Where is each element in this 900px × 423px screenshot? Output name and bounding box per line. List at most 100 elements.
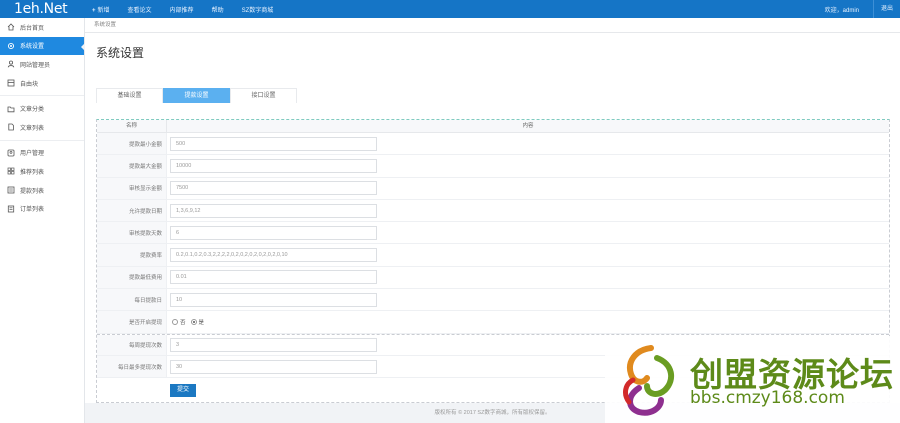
- form-row: 提款最小金额: [97, 133, 889, 156]
- field-value-cell: [167, 155, 889, 176]
- table-header: 名称 内容: [97, 120, 889, 133]
- sidebar-item[interactable]: 自由块: [0, 74, 84, 93]
- settings-tab[interactable]: 基础设置: [96, 88, 163, 103]
- field-value-cell: [167, 244, 889, 265]
- sidebar-item[interactable]: 用户管理: [0, 144, 84, 163]
- sidebar-item-label: 用户管理: [20, 151, 45, 158]
- field-label: 每周提现次数: [97, 334, 167, 355]
- block-icon: [6, 79, 15, 88]
- sidebar-item[interactable]: 网站管理员: [0, 55, 84, 74]
- current-user: 欢迎，admin: [824, 7, 859, 14]
- sidebar-divider: [0, 137, 84, 141]
- sidebar-item-label: 提款列表: [20, 188, 45, 195]
- top-nav-label: 帮助: [211, 7, 224, 14]
- text-input[interactable]: [170, 359, 377, 374]
- sidebar-item-label: 订单列表: [20, 207, 45, 214]
- top-nav-item[interactable]: 帮助: [212, 5, 224, 14]
- text-input[interactable]: [170, 337, 377, 352]
- field-label: 允许提款日期: [97, 199, 167, 222]
- text-input[interactable]: [170, 270, 377, 285]
- breadcrumb-item[interactable]: 系统设置: [94, 22, 116, 28]
- top-nav-item[interactable]: + 新增: [92, 5, 110, 14]
- submit-button[interactable]: 提交: [170, 383, 196, 397]
- top-nav-item[interactable]: 查看论文: [128, 5, 152, 14]
- settings-tab[interactable]: 接口设置: [230, 88, 297, 103]
- column-header-name: 名称: [97, 120, 167, 132]
- form-row: 是否开启提现否是: [97, 311, 889, 334]
- form-row: 每日提款日: [97, 289, 889, 312]
- form-row: 允许提款日期: [97, 199, 889, 223]
- sidebar-item[interactable]: 文章分类: [0, 99, 84, 118]
- radio-group: 否是: [170, 318, 209, 326]
- form-row: 提款费率: [97, 244, 889, 267]
- user-icon: [6, 60, 15, 69]
- top-nav-item[interactable]: SZ数字商城: [242, 5, 274, 14]
- field-label: 审核显示金额: [97, 177, 167, 199]
- watermark-logo-icon: [623, 345, 675, 416]
- page-title: 系统设置: [96, 46, 145, 60]
- logout-button[interactable]: 退出: [872, 0, 900, 18]
- field-label: 提款费率: [97, 244, 167, 266]
- field-label: 提款最低费用: [97, 266, 167, 289]
- radio-label: 是: [198, 320, 205, 327]
- top-nav-label: 新增: [97, 7, 110, 14]
- top-nav-label: 查看论文: [127, 7, 152, 14]
- settings-tabs: 基础设置 提款设置 接口设置: [96, 88, 297, 103]
- field-value-cell: [167, 200, 889, 221]
- sidebar-divider: [0, 92, 84, 97]
- gear-icon: [6, 41, 15, 50]
- text-input[interactable]: [170, 158, 377, 173]
- sidebar-item[interactable]: 推荐列表: [0, 162, 84, 181]
- radio-label: 否: [180, 320, 186, 327]
- text-input[interactable]: [170, 248, 377, 263]
- field-label: 是否开启提现: [97, 311, 167, 333]
- watermark-url: bbs.cmzy168.com: [690, 388, 845, 408]
- sidebar-item-label: 系统设置: [20, 44, 45, 51]
- text-input[interactable]: [170, 203, 377, 218]
- field-label: 提款最小金额: [97, 133, 167, 155]
- sidebar-item-label: 网站管理员: [20, 62, 51, 69]
- field-label: 审核提款天数: [97, 222, 167, 244]
- text-input[interactable]: [170, 136, 377, 151]
- sidebar-item-label: 文章分类: [20, 107, 45, 114]
- order-icon: [6, 204, 15, 213]
- field-value-cell: [167, 289, 889, 310]
- sidebar-item-label: 文章列表: [20, 125, 45, 132]
- form-row: 提款最低费用: [97, 266, 889, 290]
- radio-button[interactable]: [172, 319, 178, 326]
- form-row: 审核显示金额: [97, 177, 889, 200]
- top-nav-label: SZ数字商城: [241, 7, 274, 14]
- sidebar-item[interactable]: 提款列表: [0, 181, 84, 200]
- list-icon: [6, 186, 15, 195]
- text-input[interactable]: [170, 292, 377, 307]
- top-nav-label: 内部推荐: [169, 7, 194, 14]
- sidebar-item[interactable]: 文章列表: [0, 118, 84, 137]
- field-value-cell: [167, 133, 889, 154]
- grid-icon: [6, 167, 15, 176]
- radio-button[interactable]: [190, 319, 197, 326]
- sidebar-item[interactable]: 后台首页: [0, 18, 84, 37]
- sidebar-item-label: 自由块: [20, 81, 39, 88]
- form-row: 提款最大金额: [97, 155, 889, 178]
- text-input[interactable]: [170, 225, 377, 240]
- column-header-content: 内容: [522, 123, 534, 129]
- watermark: 创盟资源论坛 bbs.cmzy168.com: [605, 336, 900, 423]
- site-logo[interactable]: 1eh.Net: [14, 1, 68, 17]
- sidebar-item[interactable]: 订单列表: [0, 199, 84, 218]
- folder-icon: [6, 104, 15, 113]
- text-input[interactable]: [170, 181, 377, 196]
- top-nav-item[interactable]: 内部推荐: [170, 5, 194, 14]
- field-value-cell: 否是: [167, 311, 889, 332]
- field-label: 每日最多提现次数: [97, 355, 167, 378]
- top-navbar: 1eh.Net + 新增 查看论文 内部推荐 帮助 SZ数字商城 欢迎，admin 退出: [0, 0, 900, 18]
- users-icon: [6, 148, 15, 157]
- sidebar-item[interactable]: 系统设置: [0, 36, 85, 56]
- plus-icon: +: [92, 7, 96, 14]
- settings-tab[interactable]: 提款设置: [163, 88, 230, 103]
- field-value-cell: [167, 222, 889, 243]
- top-right-area: 欢迎，admin 退出: [825, 0, 900, 18]
- field-value-cell: [167, 267, 889, 288]
- form-row: 审核提款天数: [97, 222, 889, 245]
- sidebar-item-label: 后台首页: [20, 25, 45, 32]
- sidebar-item-label: 推荐列表: [20, 169, 45, 176]
